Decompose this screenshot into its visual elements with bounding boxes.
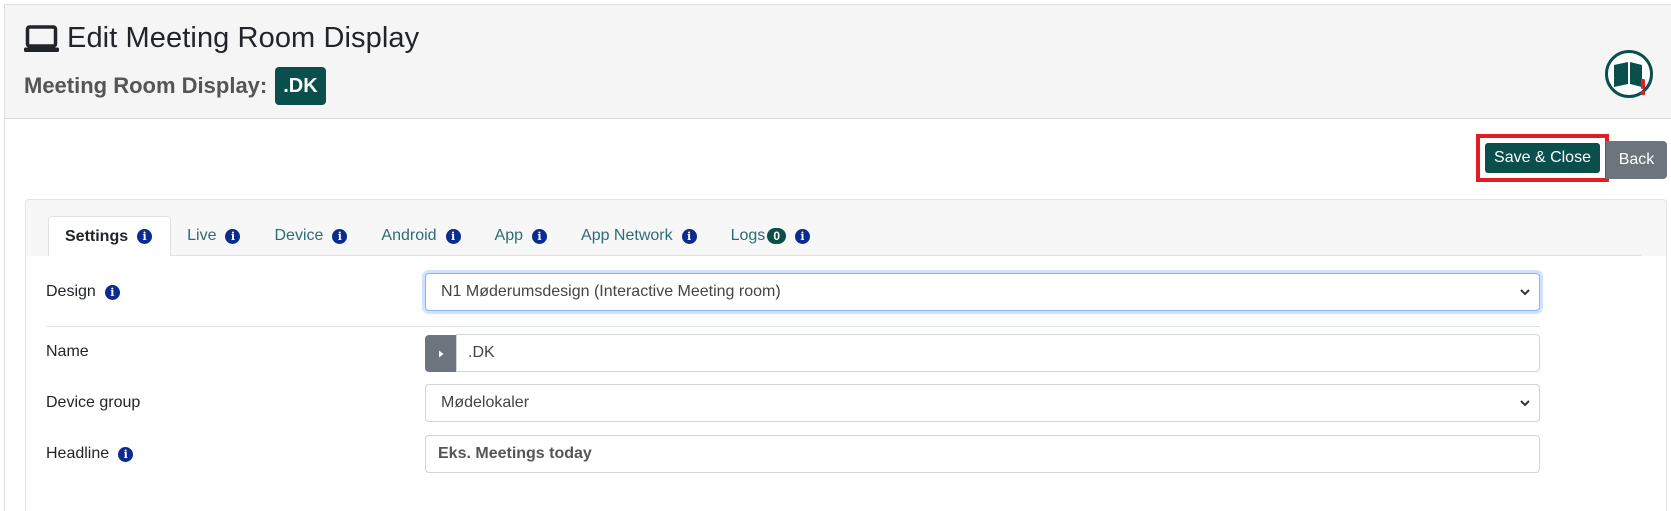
settings-form: Design i N1 Møderumsdesign (Interactive …: [26, 256, 1666, 511]
tab-label: App: [494, 227, 524, 244]
device-group-label: Device group: [46, 392, 140, 414]
design-select[interactable]: N1 Møderumsdesign (Interactive Meeting r…: [425, 273, 1540, 311]
book-help-icon[interactable]: [1604, 49, 1654, 99]
save-button-highlight: Save & Close: [1476, 134, 1609, 182]
info-icon[interactable]: i: [137, 229, 153, 244]
info-icon[interactable]: i: [332, 228, 348, 244]
subtitle-row: Meeting Room Display: .DK: [24, 67, 326, 105]
name-label-text: Name: [46, 343, 89, 360]
tab-label: Logs: [730, 227, 766, 244]
info-icon[interactable]: i: [225, 228, 241, 244]
tab-settings[interactable]: Settings i: [48, 216, 172, 257]
headline-input[interactable]: Eks. Meetings today: [425, 435, 1540, 473]
device-group-label-text: Device group: [46, 394, 141, 411]
page-header: Edit Meeting Room Display Meeting Room D…: [5, 5, 1671, 119]
device-group-select[interactable]: Mødelokaler: [425, 384, 1540, 422]
name-input-value: .DK: [468, 344, 495, 361]
display-name-badge: .DK: [275, 67, 326, 105]
tab-label: Live: [187, 227, 217, 244]
design-label: Design i: [46, 281, 120, 303]
tab-label: App Network: [581, 227, 673, 244]
tab-label: Device: [274, 227, 324, 244]
name-input[interactable]: .DK: [456, 334, 1540, 372]
info-icon[interactable]: i: [104, 284, 120, 300]
device-group-value: Mødelokaler: [441, 394, 530, 411]
subtitle-label: Meeting Room Display:: [24, 73, 268, 98]
headline-placeholder: Eks. Meetings today: [438, 445, 592, 462]
name-toggle-button[interactable]: [425, 335, 456, 372]
tab-app-network[interactable]: App Network i: [565, 216, 715, 256]
save-close-button[interactable]: Save & Close: [1485, 143, 1600, 173]
tab-android[interactable]: Android i: [365, 216, 478, 256]
tab-logs[interactable]: Logs 0 i: [715, 216, 828, 256]
name-label: Name: [46, 341, 89, 363]
info-icon[interactable]: i: [118, 446, 134, 462]
tab-bar: Settings i Live i Device i Android i App…: [48, 216, 1641, 257]
form-divider: [46, 326, 1540, 327]
info-icon[interactable]: i: [532, 228, 548, 244]
tab-label: Settings: [65, 227, 129, 245]
page-title: Edit Meeting Room Display: [67, 22, 420, 54]
logs-count-badge: 0: [767, 228, 786, 244]
info-icon[interactable]: i: [681, 228, 697, 244]
tab-app[interactable]: App i: [479, 216, 565, 256]
design-select-value: N1 Møderumsdesign (Interactive Meeting r…: [441, 283, 781, 300]
back-button[interactable]: Back: [1606, 141, 1667, 179]
headline-label: Headline i: [46, 443, 134, 465]
headline-label-text: Headline: [46, 445, 110, 462]
title-row: Edit Meeting Room Display: [24, 22, 419, 55]
info-icon[interactable]: i: [795, 228, 810, 244]
tab-label: Android: [381, 227, 437, 244]
settings-card: Settings i Live i Device i Android i App…: [25, 199, 1667, 511]
monitor-icon: [24, 24, 59, 52]
chevron-down-icon: [1520, 289, 1530, 296]
tab-live[interactable]: Live i: [171, 216, 258, 256]
caret-right-icon: [438, 350, 443, 357]
info-icon[interactable]: i: [445, 228, 461, 244]
design-label-text: Design: [46, 283, 96, 300]
chevron-down-icon: [1520, 400, 1530, 407]
tab-device[interactable]: Device i: [258, 216, 365, 256]
page: Edit Meeting Room Display Meeting Room D…: [4, 4, 1671, 511]
